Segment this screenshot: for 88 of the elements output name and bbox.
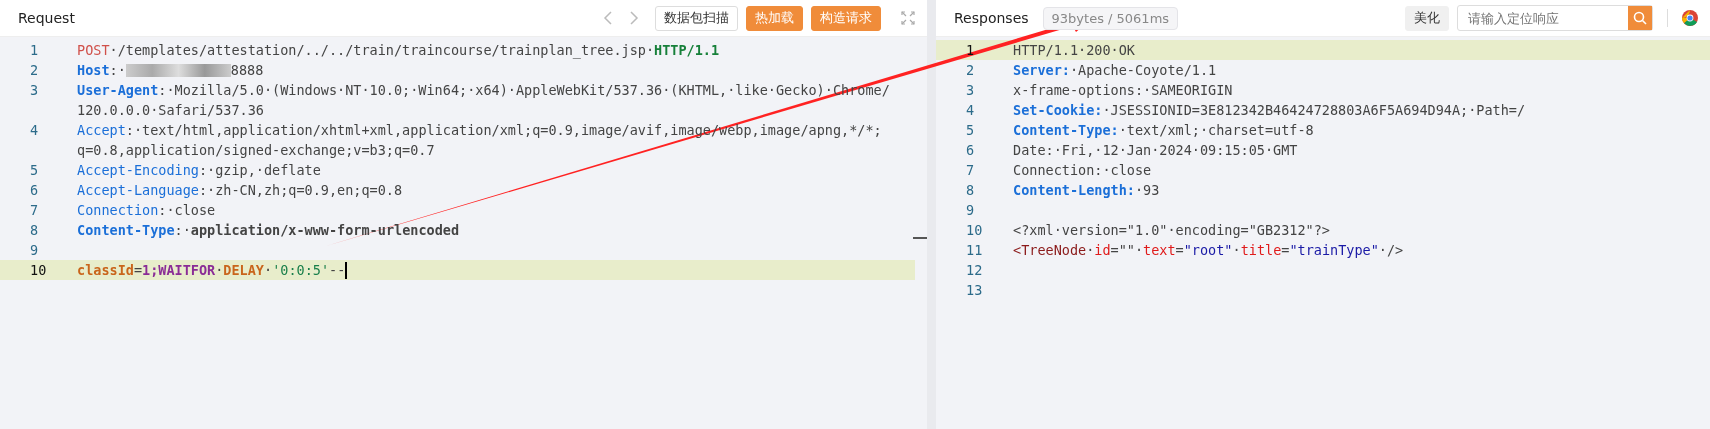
code-token: application/x-www-form-urlencoded [190,221,460,240]
code-token: :·close [158,201,216,220]
code-token: Connection:·close [1013,161,1152,180]
code-token: = [133,261,143,280]
panel-title: Request [18,10,75,26]
code-token: ·93 [1134,181,1160,200]
code-token: HTTP/1.1 [654,41,720,60]
line-number: 3 [965,81,976,100]
line-number: 12 [965,261,984,280]
code-token: :·gzip,·deflate [198,161,321,180]
code-token: Content-Length: [1013,181,1135,200]
code-token: q=0.8,application/signed-exchange;v=b3;q=0.7 [77,141,435,160]
line-number: 11 [965,241,984,260]
code-token: :· [109,61,126,80]
code-token: '0:0:5' [272,261,330,280]
code-token: User-Agent [77,81,159,100]
code-token: <TreeNode [1013,241,1087,260]
code-token: Accept-Encoding [77,161,199,180]
chevron-right-icon[interactable] [629,10,639,26]
chevron-left-icon[interactable] [603,10,613,26]
code-token: · [1232,241,1241,260]
line-number: 6 [29,181,40,200]
code-token: ·/templates/attestation/../../train/traincourse/trainplan_tree.jsp· [109,41,655,60]
code-token: Content-Type: [1013,121,1119,140]
code-token: Date:·Fri,·12·Jan·2024·09:15:05·GMT [1013,141,1298,160]
line-number: 2 [965,61,976,80]
code-token: HTTP/1.1·200·OK [1013,41,1135,60]
search-field[interactable]: 请输入定位响应 [1457,5,1653,31]
line-number: 4 [29,121,40,140]
code-token: "trainType" [1289,241,1379,260]
code-token: Content-Type [77,221,175,240]
line-number: 10 [965,221,984,240]
line-number: 13 [965,281,984,300]
code-token: ·text/xml;·charset=utf-8 [1118,121,1314,140]
line-number: 8 [965,181,976,200]
code-token: :·zh-CN,zh;q=0.9,en;q=0.8 [198,181,403,200]
line-number: 6 [965,141,976,160]
line-number: 5 [29,161,40,180]
code-token: =""· [1110,241,1144,260]
code-token: Set-Cookie: [1013,101,1103,120]
code-token: = [1281,241,1290,260]
code-token: · [215,261,224,280]
code-token: ·JSESSIONID=3E812342B46424728803A6F5A694D94A;·Path=/ [1102,101,1526,120]
line-number: 7 [965,161,976,180]
code-token: · [1086,241,1095,260]
code-token: <?xml·version="1.0"·encoding="GB2312"?> [1013,221,1330,240]
scroll-marker [913,237,927,239]
code-token: title [1240,241,1282,260]
code-token: 8888 [230,61,264,80]
line-number: 3 [29,81,40,100]
code-token: Accept [77,121,126,140]
code-token: classId [77,261,134,280]
tricolor-circle-icon[interactable] [1682,10,1698,26]
line-number: 9 [965,201,976,220]
code-token: = [1175,241,1184,260]
code-token: Accept-Language [77,181,199,200]
code-token: 1;WAITFOR [142,261,216,280]
beautify-button[interactable]: 美化 [1405,5,1449,31]
code-token: 120.0.0.0·Safari/537.36 [77,101,264,120]
panel-title: Responses [954,10,1029,26]
line-number: 4 [965,101,976,120]
search-button[interactable] [1628,6,1652,30]
code-token: DELAY [223,261,264,280]
code-token: -- [329,261,346,280]
line-number: 1 [29,41,40,60]
scan-button[interactable]: 数据包扫描 [655,5,738,31]
code-token: ·Apache-Coyote/1.1 [1069,61,1217,80]
search-input[interactable]: 请输入定位响应 [1458,6,1628,30]
code-token: Connection [77,201,159,220]
code-token: :· [174,221,191,240]
response-stats: 93bytes / 5061ms [1042,6,1179,30]
search-icon [1633,11,1647,25]
code-token: ·/> [1378,241,1404,260]
code-token: · [264,261,273,280]
fullscreen-icon[interactable] [901,11,915,25]
code-token: text [1143,241,1176,260]
code-token: Server: [1013,61,1070,80]
line-number: 8 [29,221,40,240]
code-token: Host [77,61,110,80]
line-number: 5 [965,121,976,140]
code-token: "root" [1183,241,1233,260]
line-number: 7 [29,201,40,220]
code-token: x-frame-options:·SAMEORIGIN [1013,81,1233,100]
code-token: POST [77,41,110,58]
line-number: 10 [29,261,48,280]
line-number: 2 [29,61,40,80]
line-number: 9 [29,241,40,260]
code-token: id [1094,241,1111,260]
